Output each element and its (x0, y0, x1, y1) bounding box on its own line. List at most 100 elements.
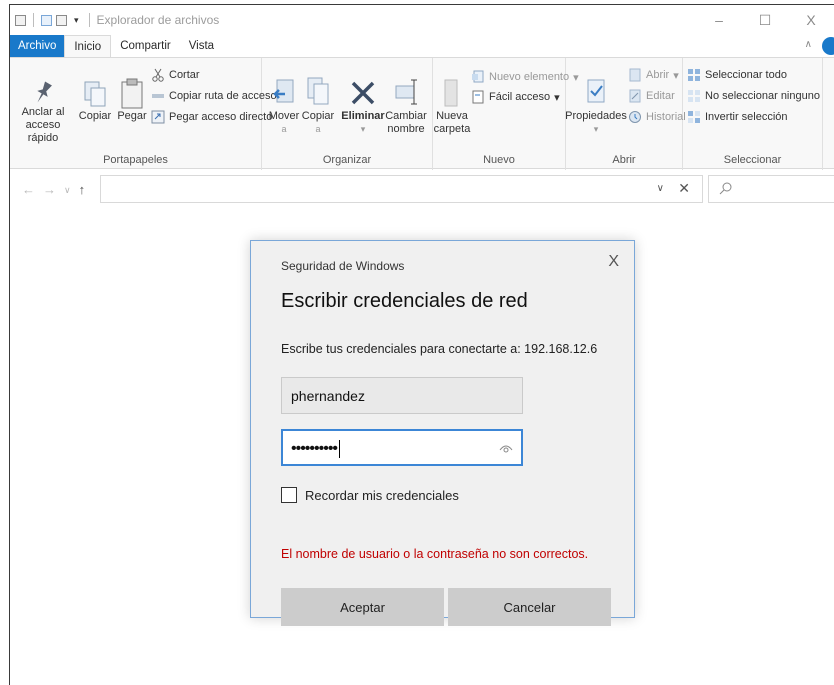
up-arrow-icon[interactable]: ↑ (79, 182, 86, 197)
invert-selection-icon (688, 111, 700, 123)
maximize-button[interactable]: ☐ (742, 5, 788, 35)
paste-label: Pegar (117, 110, 147, 122)
group-organizar: Mover a Copiar a Eliminar ▾ Cambiar nomb… (262, 58, 433, 170)
select-none-button[interactable]: No seleccionar ninguno (687, 89, 820, 103)
divider (33, 13, 34, 27)
edit-icon (629, 89, 641, 103)
delete-label: Eliminar (341, 110, 385, 122)
new-item-button[interactable]: Nuevo elemento ▾ (471, 70, 579, 84)
forward-arrow-icon[interactable]: → (43, 182, 56, 197)
remember-credentials-option[interactable]: Recordar mis credenciales (281, 487, 459, 503)
password-field[interactable]: •••••••••• (281, 429, 523, 466)
history-button[interactable]: Historial (628, 110, 686, 124)
new-folder-label-1: Nueva (436, 110, 468, 122)
history-icon (629, 111, 641, 123)
dialog-heading: Escribir credenciales de red (281, 290, 528, 312)
tab-inicio[interactable]: Inicio (64, 35, 112, 57)
rename-button[interactable]: Cambiar nombre (384, 76, 428, 136)
pin-icon (37, 81, 52, 103)
invert-selection-button[interactable]: Invertir selección (687, 110, 788, 124)
remember-label: Recordar mis credenciales (305, 487, 459, 503)
easy-access-icon (472, 90, 484, 104)
tab-archivo[interactable]: Archivo (10, 35, 65, 57)
group-label-seleccionar: Seleccionar (723, 154, 782, 166)
tab-compartir[interactable]: Compartir (111, 35, 179, 57)
move-to-button[interactable]: Mover a (268, 76, 300, 136)
properties-button[interactable]: Propiedades ▾ (565, 76, 627, 136)
credentials-dialog: Seguridad de Windows X Escribir credenci… (250, 240, 635, 626)
select-all-icon (688, 69, 700, 81)
select-all-button[interactable]: Seleccionar todo (687, 68, 787, 82)
group-portapapeles: Anclar al acceso rápido Copiar Pegar Cor… (10, 58, 277, 170)
address-bar[interactable]: ∨ ✕ (100, 175, 703, 203)
invert-selection-label: Invertir selección (705, 111, 788, 123)
edit-button[interactable]: Editar (628, 89, 675, 103)
accept-button[interactable]: Aceptar (281, 588, 444, 626)
select-none-label: No seleccionar ninguno (705, 90, 820, 102)
paste-shortcut-icon (151, 110, 165, 124)
search-box[interactable] (708, 175, 834, 203)
group-abrir: Propiedades ▾ Abrir ▾ Editar Historial A… (565, 58, 686, 170)
search-icon (719, 182, 732, 195)
window-icon (15, 14, 26, 26)
dialog-caption: Seguridad de Windows (281, 259, 405, 273)
recent-locations-icon[interactable]: ∨ (64, 185, 71, 197)
copy-path-button[interactable]: Copiar ruta de acceso (151, 89, 277, 103)
delete-button[interactable]: Eliminar ▾ (340, 76, 386, 136)
password-value: •••••••••• (291, 440, 338, 457)
help-icon[interactable] (822, 37, 834, 55)
paste-button[interactable]: Pegar (114, 76, 150, 123)
ribbon-tabs: Archivo Inicio Compartir Vista ∧ (10, 35, 834, 57)
open-label: Abrir (646, 69, 670, 81)
pin-quick-access-button[interactable]: Anclar al acceso rápido (14, 80, 72, 145)
copy-to-label-1: Copiar (301, 110, 335, 122)
easy-access-button[interactable]: Fácil acceso ▾ (471, 90, 560, 104)
new-folder-quick-icon[interactable] (56, 14, 67, 26)
paste-shortcut-label: Pegar acceso directo (169, 111, 273, 123)
delete-dropdown-icon[interactable]: ▾ (361, 123, 366, 136)
copy-path-label: Copiar ruta de acceso (169, 90, 277, 102)
file-explorer-window: ▾ Explorador de archivos – ☐ X Archivo I… (9, 4, 834, 685)
move-to-label-1: Mover (268, 110, 300, 122)
minimize-button[interactable]: – (696, 5, 742, 35)
properties-quick-icon[interactable] (41, 14, 52, 26)
delete-icon (351, 81, 375, 105)
dialog-description: Escribe tus credenciales para conectarte… (281, 342, 598, 356)
close-button[interactable]: X (788, 5, 834, 35)
divider (88, 13, 90, 27)
copy-to-button[interactable]: Copiar a (302, 76, 334, 136)
properties-icon (587, 79, 605, 103)
properties-dropdown-icon[interactable]: ▾ (594, 123, 599, 136)
clipboard-icon (121, 78, 143, 109)
copy-to-label-2: a (315, 124, 321, 134)
group-label-nuevo: Nuevo (483, 154, 515, 166)
navigation-bar: ← → ∨ ↑ ∨ ✕ (10, 169, 834, 209)
collapse-ribbon-icon[interactable]: ∧ (805, 39, 812, 50)
clear-address-icon[interactable]: ✕ (678, 180, 690, 197)
copy-label: Copiar (78, 110, 112, 122)
username-field[interactable]: phernandez (281, 377, 523, 414)
open-icon (629, 68, 641, 82)
new-folder-button[interactable]: Nueva carpeta (433, 76, 471, 136)
select-none-icon (688, 90, 700, 102)
copy-to-icon (307, 77, 329, 105)
cut-button[interactable]: Cortar (151, 68, 200, 82)
tab-vista[interactable]: Vista (180, 35, 223, 57)
address-dropdown-icon[interactable]: ∨ (657, 183, 664, 194)
new-folder-label-2: carpeta (433, 123, 471, 135)
copy-button[interactable]: Copiar (78, 80, 112, 123)
paste-shortcut-button[interactable]: Pegar acceso directo (151, 110, 272, 124)
group-label-organizar: Organizar (322, 154, 372, 166)
select-all-label: Seleccionar todo (705, 69, 787, 81)
customize-toolbar-icon[interactable]: ▾ (74, 15, 79, 26)
group-seleccionar: Seleccionar todo No seleccionar ninguno … (683, 58, 823, 170)
open-button[interactable]: Abrir ▾ (628, 68, 679, 82)
pin-label-1: Anclar al (21, 106, 65, 118)
remember-checkbox[interactable] (281, 487, 297, 503)
reveal-password-icon[interactable] (499, 441, 513, 455)
dialog-close-button[interactable]: X (608, 253, 619, 271)
new-item-label: Nuevo elemento (489, 71, 570, 83)
cancel-button[interactable]: Cancelar (448, 588, 611, 626)
back-arrow-icon[interactable]: ← (22, 182, 35, 197)
move-to-label-2: a (281, 124, 287, 134)
